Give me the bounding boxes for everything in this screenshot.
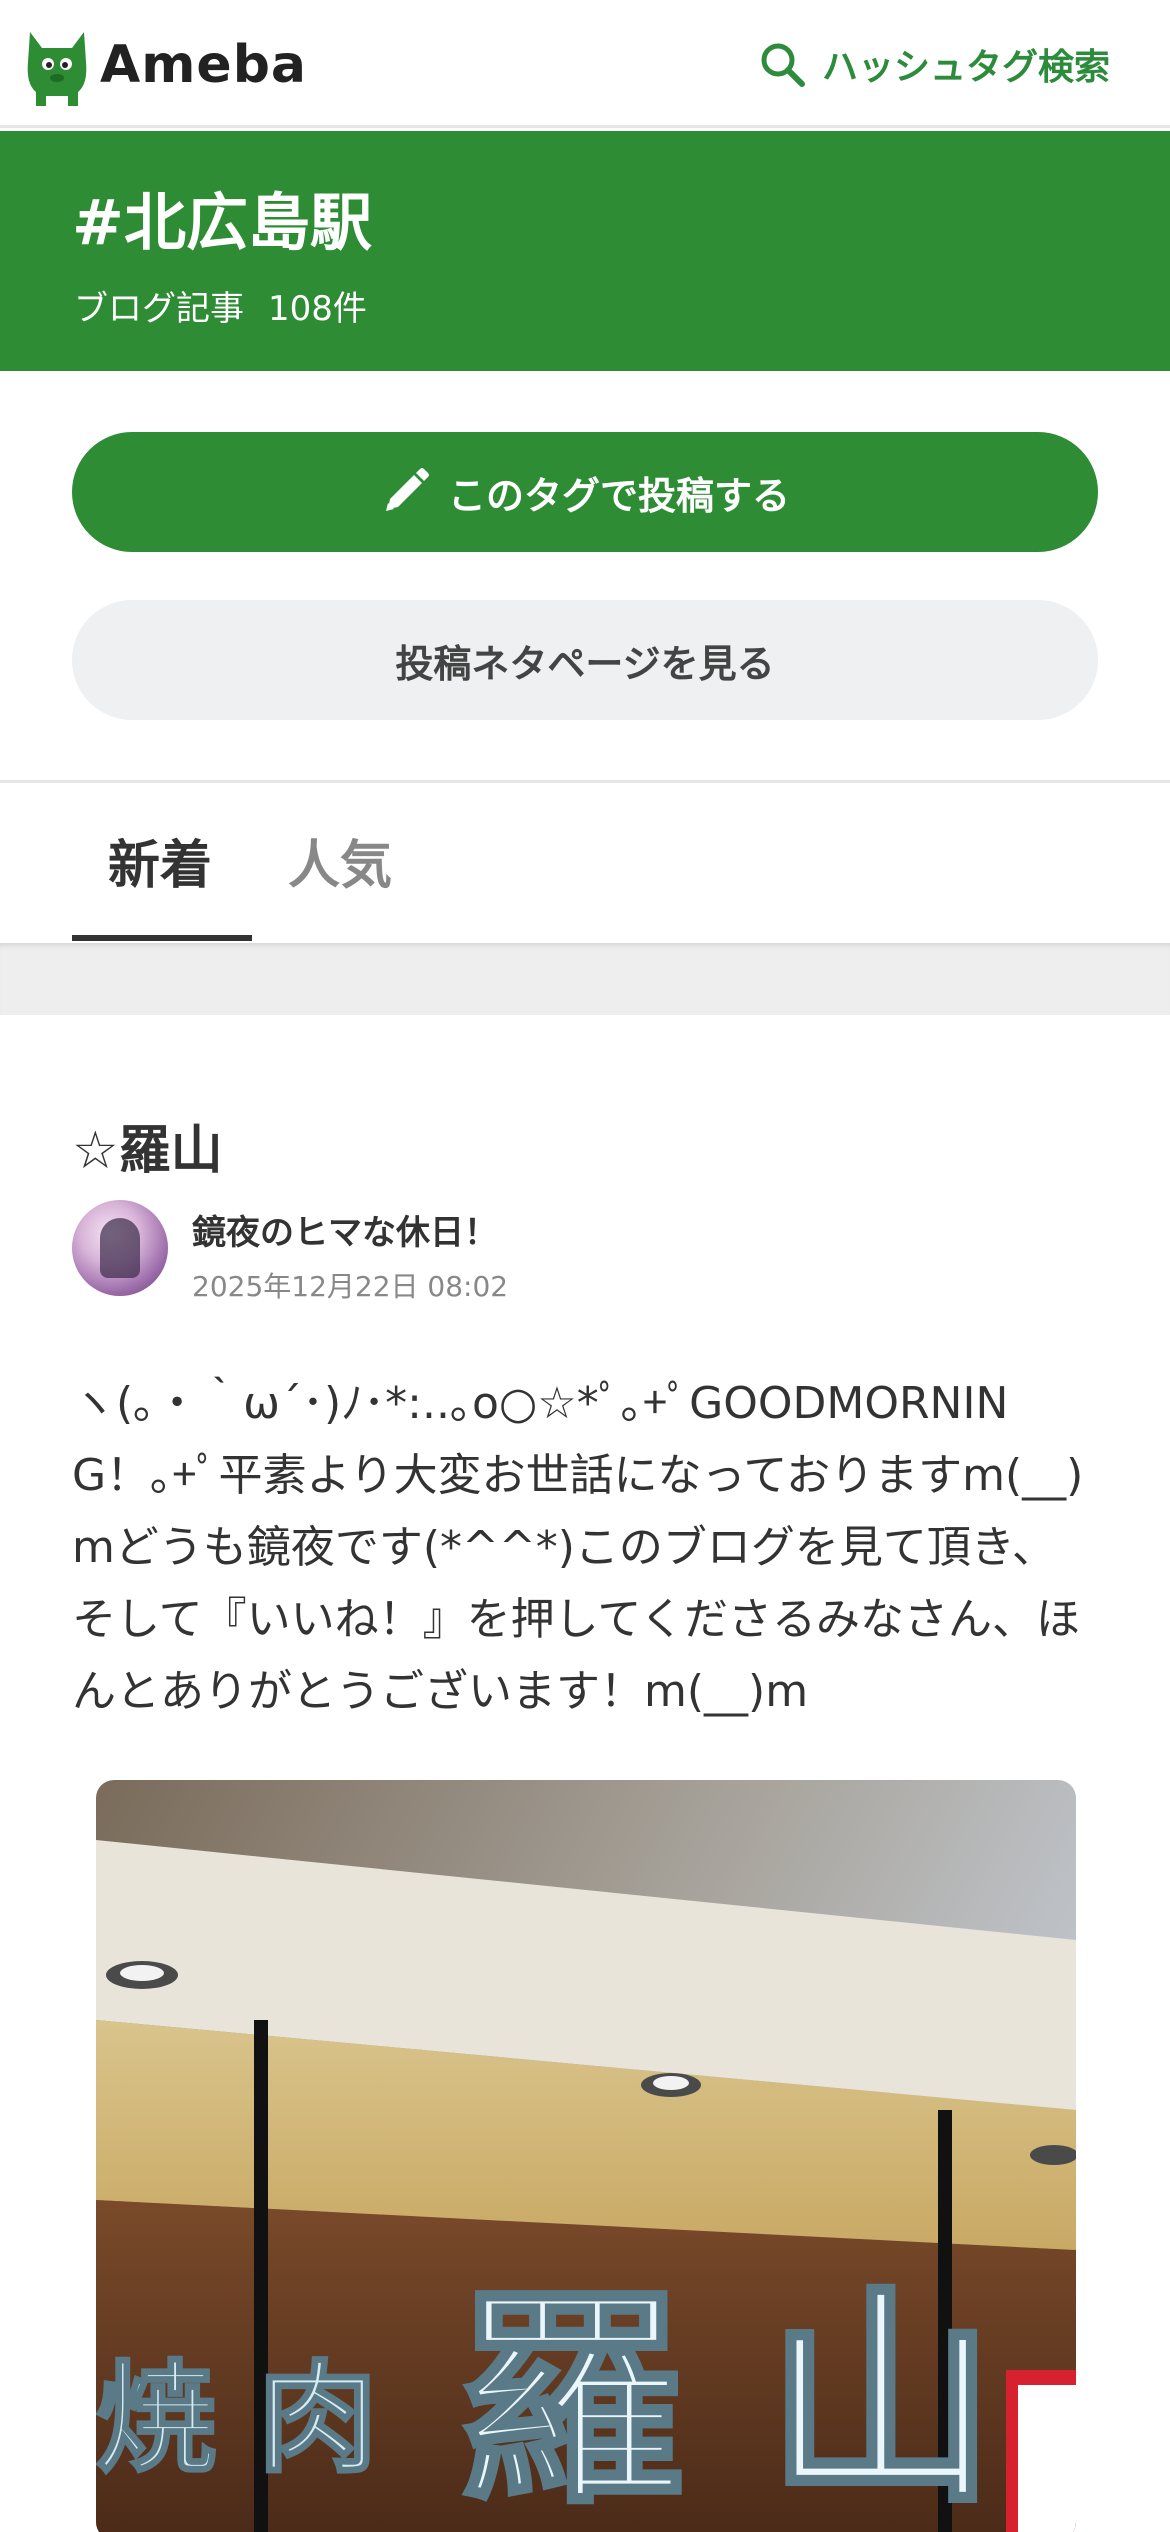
pencil-icon: [385, 468, 429, 511]
blog-name[interactable]: 鏡夜のヒマな休日！: [192, 1205, 498, 1254]
hashtag-banner: #北広島駅 ブログ記事 108件: [0, 131, 1170, 371]
post-count-value: 108件: [268, 289, 367, 329]
post-ideas-button[interactable]: 投稿ネタページを見る: [72, 600, 1098, 720]
post-with-tag-label: このタグで投稿する: [447, 473, 790, 518]
search-icon: [761, 43, 805, 87]
article-excerpt[interactable]: ヽ(｡・｀ω´･)ﾉ･*:..｡o○☆*ﾟ｡+ﾟGOODMORNING！｡+ﾟ平…: [72, 1368, 1098, 1728]
post-ideas-label: 投稿ネタページを見る: [395, 641, 775, 686]
sort-tabs: 新着 人気: [0, 783, 1170, 943]
sign-text-left: 焼 肉: [96, 2350, 378, 2489]
hashtag-title: #北広島駅: [72, 186, 372, 259]
ameba-logo[interactable]: Ameba: [22, 22, 307, 108]
post-with-tag-button[interactable]: このタグで投稿する: [72, 432, 1098, 552]
article-title[interactable]: ☆羅山: [72, 1108, 223, 1183]
avatar[interactable]: [72, 1200, 168, 1296]
hashtag-search-link[interactable]: ハッシュタグ検索: [758, 38, 1110, 90]
tab-popular[interactable]: 人気: [288, 823, 392, 898]
app-header: Ameba ハッシュタグ検索: [0, 0, 1170, 128]
hashtag-search-label: ハッシュタグ検索: [821, 47, 1110, 88]
article-photo[interactable]: 焼 肉 羅 山: [96, 1780, 1076, 2532]
tab-new[interactable]: 新着: [108, 823, 212, 898]
excerpt-text: ヽ(｡・｀ω´･)ﾉ･*:..｡o○☆*ﾟ｡+ﾟGOODMORNING！｡+ﾟ平…: [72, 1378, 1084, 1717]
ameba-mascot-icon: [27, 32, 87, 106]
post-count-label: ブログ記事: [74, 289, 244, 329]
logo-text: Ameba: [100, 35, 308, 95]
post-date: 2025年12月22日 08:02: [192, 1270, 509, 1303]
excerpt-fade: [988, 1656, 1098, 1728]
restaurant-sign-photo: 焼 肉 羅 山: [96, 1780, 1076, 2532]
section-spacer: [0, 943, 1170, 1015]
post-count: ブログ記事 108件: [74, 281, 367, 330]
active-tab-indicator: [72, 935, 252, 941]
sign-text-main: 羅 山: [456, 2268, 996, 2532]
